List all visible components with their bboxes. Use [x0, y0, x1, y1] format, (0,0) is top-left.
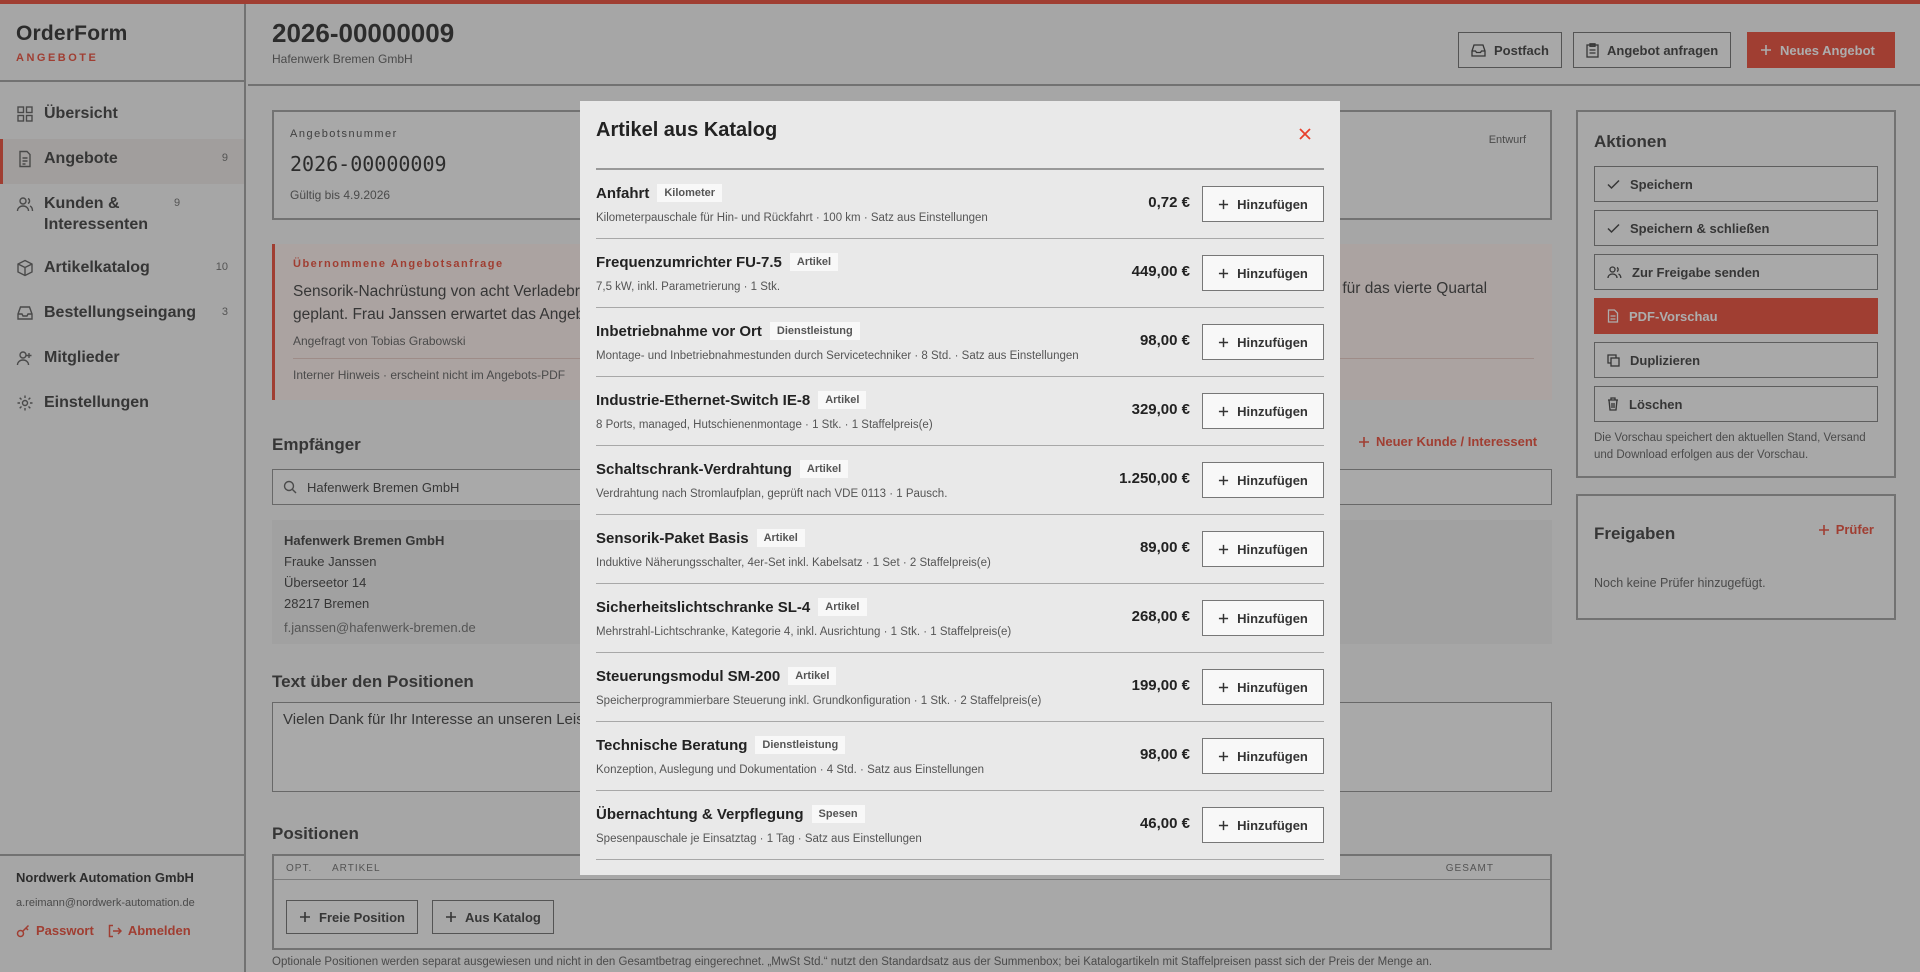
item-name: Steuerungsmodul SM-200: [596, 667, 781, 685]
item-tag: Artikel: [799, 460, 849, 478]
add-item-label: Hinzufügen: [1237, 610, 1308, 626]
add-item-label: Hinzufügen: [1237, 541, 1308, 557]
add-item-button[interactable]: Hinzufügen: [1202, 186, 1324, 222]
plus-icon: [1219, 682, 1229, 692]
list-item: Anfahrt Kilometer Kilometerpauschale für …: [596, 170, 1324, 239]
item-tag: Artikel: [789, 253, 839, 271]
plus-icon: [1219, 613, 1229, 623]
add-item-button[interactable]: Hinzufügen: [1202, 393, 1324, 429]
list-item: Frequenzumrichter FU-7.5 Artikel 7,5 kW, …: [596, 239, 1324, 308]
item-name: Technische Beratung: [596, 736, 748, 754]
item-description: Verdrahtung nach Stromlaufplan, geprüft …: [596, 488, 948, 500]
plus-icon: [1219, 475, 1229, 485]
list-item: Technische Beratung Dienstleistung Konzep…: [596, 722, 1324, 791]
add-item-label: Hinzufügen: [1237, 265, 1308, 281]
add-item-label: Hinzufügen: [1237, 679, 1308, 695]
list-item: Steuerungsmodul SM-200 Artikel Speicherpr…: [596, 653, 1324, 722]
item-description: Induktive Näherungsschalter, 4er-Set ink…: [596, 557, 991, 569]
item-price: 199,00 €: [1131, 677, 1190, 694]
item-description: Mehrstrahl-Lichtschranke, Kategorie 4, i…: [596, 626, 1012, 638]
add-item-button[interactable]: Hinzufügen: [1202, 255, 1324, 291]
item-name-group: Technische Beratung Dienstleistung: [596, 736, 846, 754]
item-name-group: Frequenzumrichter FU-7.5 Artikel: [596, 253, 839, 271]
plus-icon: [1219, 268, 1229, 278]
list-item: Industrie-Ethernet-Switch IE-8 Artikel 8 …: [596, 377, 1324, 446]
item-tag: Artikel: [818, 391, 867, 409]
item-description: 8 Ports, managed, Hutschienenmontage · 1…: [596, 419, 933, 431]
item-name-group: Steuerungsmodul SM-200 Artikel: [596, 667, 837, 685]
item-name: Übernachtung & Verpflegung: [596, 805, 804, 823]
item-price: 1.250,00 €: [1119, 470, 1190, 487]
list-item: Inbetriebnahme vor Ort Dienstleistung Mon…: [596, 308, 1324, 377]
item-price: 98,00 €: [1139, 746, 1190, 763]
item-tag: Dienstleistung: [769, 322, 860, 340]
item-name: Anfahrt: [596, 184, 650, 202]
item-price: 0,72 €: [1148, 194, 1190, 211]
item-name-group: Sensorik-Paket Basis Artikel: [596, 529, 805, 547]
catalog-list: Anfahrt Kilometer Kilometerpauschale für …: [596, 170, 1324, 860]
plus-icon: [1219, 406, 1229, 416]
item-tag: Artikel: [756, 529, 805, 547]
item-name-group: Industrie-Ethernet-Switch IE-8 Artikel: [596, 391, 867, 409]
list-item: Sensorik-Paket Basis Artikel Induktive Nä…: [596, 515, 1324, 584]
item-price: 46,00 €: [1139, 815, 1190, 832]
item-name: Schaltschrank-Verdrahtung: [596, 460, 792, 478]
add-item-button[interactable]: Hinzufügen: [1202, 600, 1324, 636]
plus-icon: [1219, 820, 1229, 830]
item-name-group: Übernachtung & Verpflegung Spesen: [596, 805, 865, 823]
item-name: Sensorik-Paket Basis: [596, 529, 749, 547]
plus-icon: [1219, 544, 1229, 554]
add-item-label: Hinzufügen: [1237, 472, 1308, 488]
add-item-button[interactable]: Hinzufügen: [1202, 738, 1324, 774]
item-price: 98,00 €: [1139, 332, 1190, 349]
add-item-button[interactable]: Hinzufügen: [1202, 324, 1324, 360]
add-item-label: Hinzufügen: [1237, 748, 1308, 764]
add-item-button[interactable]: Hinzufügen: [1202, 807, 1324, 843]
add-item-button[interactable]: Hinzufügen: [1202, 462, 1324, 498]
item-name: Sicherheitslichtschranke SL-4: [596, 598, 811, 616]
item-description: Spesenpauschale je Einsatztag · 1 Tag · …: [596, 833, 922, 845]
item-tag: Dienstleistung: [755, 736, 846, 754]
plus-icon: [1219, 337, 1229, 347]
item-description: Speicherprogrammierbare Steuerung inkl. …: [596, 695, 1042, 707]
item-tag: Kilometer: [657, 184, 723, 202]
item-tag: Artikel: [788, 667, 837, 685]
close-icon[interactable]: [1294, 123, 1316, 145]
item-description: Konzeption, Auslegung und Dokumentation …: [596, 764, 985, 776]
list-item: Schaltschrank-Verdrahtung Artikel Verdrah…: [596, 446, 1324, 515]
catalog-modal: Artikel aus Katalog Anfahrt Kilometer Kil…: [580, 101, 1340, 875]
item-name-group: Sicherheitslichtschranke SL-4 Artikel: [596, 598, 867, 616]
add-item-label: Hinzufügen: [1237, 817, 1308, 833]
item-price: 89,00 €: [1139, 539, 1190, 556]
item-description: Kilometerpauschale für Hin- und Rückfahr…: [596, 212, 988, 224]
add-item-label: Hinzufügen: [1237, 334, 1308, 350]
modal-title: Artikel aus Katalog: [596, 119, 778, 141]
add-item-button[interactable]: Hinzufügen: [1202, 531, 1324, 567]
add-item-label: Hinzufügen: [1237, 403, 1308, 419]
plus-icon: [1219, 199, 1229, 209]
add-item-label: Hinzufügen: [1237, 196, 1308, 212]
item-name: Industrie-Ethernet-Switch IE-8: [596, 391, 811, 409]
item-name-group: Schaltschrank-Verdrahtung Artikel: [596, 460, 849, 478]
item-tag: Artikel: [818, 598, 867, 616]
item-tag: Spesen: [811, 805, 865, 823]
list-item: Übernachtung & Verpflegung Spesen Spesenp…: [596, 791, 1324, 860]
item-price: 268,00 €: [1131, 608, 1190, 625]
item-price: 329,00 €: [1131, 401, 1190, 418]
add-item-button[interactable]: Hinzufügen: [1202, 669, 1324, 705]
item-description: 7,5 kW, inkl. Parametrierung · 1 Stk.: [596, 281, 781, 293]
item-price: 449,00 €: [1131, 263, 1190, 280]
item-name: Inbetriebnahme vor Ort: [596, 322, 762, 340]
item-description: Montage- und Inbetriebnahmestunden durch…: [596, 350, 1079, 362]
list-item: Sicherheitslichtschranke SL-4 Artikel Meh…: [596, 584, 1324, 653]
item-name-group: Anfahrt Kilometer: [596, 184, 723, 202]
item-name: Frequenzumrichter FU-7.5: [596, 253, 782, 271]
item-name-group: Inbetriebnahme vor Ort Dienstleistung: [596, 322, 860, 340]
plus-icon: [1219, 751, 1229, 761]
